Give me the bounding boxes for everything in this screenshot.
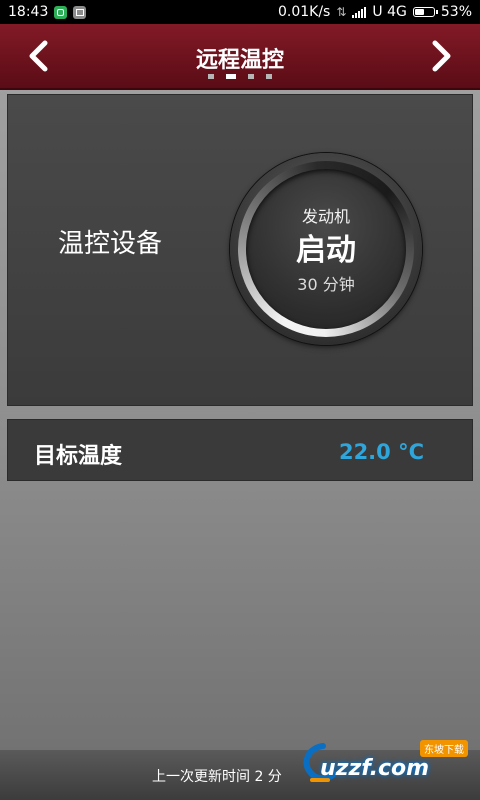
chevron-right-icon xyxy=(432,40,451,72)
shield-app-icon xyxy=(54,5,68,19)
watermark-logo: 东坡下载 uzzf.com xyxy=(298,736,474,792)
watermark-site: uzzf.com xyxy=(320,756,430,781)
battery-percent: 53% xyxy=(440,4,472,20)
page-title: 远程温控 xyxy=(195,48,284,73)
page-indicator xyxy=(0,74,480,79)
status-left: 18:43 xyxy=(8,4,87,20)
battery-fill xyxy=(414,9,424,15)
start-button-engine-label: 发动机 xyxy=(301,207,350,226)
last-update-text: 上一次更新时间 2 分 xyxy=(152,769,282,785)
target-temperature-row[interactable]: 目标温度 22.0 °C xyxy=(7,419,473,481)
carrier-label: U 4G xyxy=(372,4,407,20)
watermark-tag: 东坡下载 xyxy=(420,740,468,757)
page-dot xyxy=(248,74,254,79)
signal-icon xyxy=(352,6,367,18)
page-dot-active xyxy=(226,74,236,79)
target-temperature-label: 目标温度 xyxy=(34,444,123,469)
sync-icon: ⇅ xyxy=(336,5,347,19)
image-app-icon xyxy=(73,5,87,19)
next-page-button[interactable] xyxy=(420,36,464,76)
battery-icon xyxy=(412,7,438,17)
status-right: 0.01K/s ⇅ U 4G 53% xyxy=(278,4,472,20)
device-label: 温控设备 xyxy=(58,229,163,259)
engine-start-button[interactable]: 发动机 启动 30 分钟 xyxy=(230,153,422,345)
control-panel: 温控设备 发动机 启动 30 分钟 xyxy=(7,94,473,406)
page-dot xyxy=(208,74,214,79)
start-button-label: 启动 xyxy=(296,233,356,268)
start-button-face: 发动机 启动 30 分钟 xyxy=(246,169,406,329)
network-speed: 0.01K/s xyxy=(277,4,331,20)
page-dot xyxy=(266,74,272,79)
header-bar: 远程温控 xyxy=(0,24,480,90)
start-duration-label: 30 分钟 xyxy=(297,275,355,294)
status-time: 18:43 xyxy=(8,4,49,20)
status-bar: 18:43 0.01K/s ⇅ U 4G 53% xyxy=(0,0,480,24)
target-temperature-value: 22.0 °C xyxy=(338,440,424,464)
